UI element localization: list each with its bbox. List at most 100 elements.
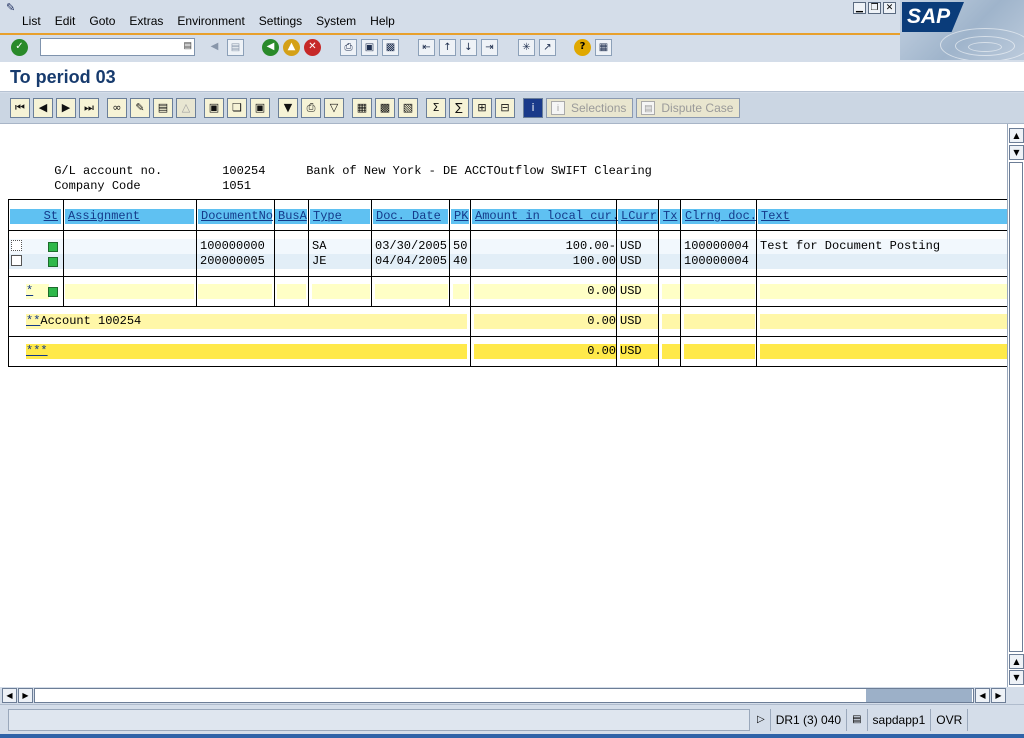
create-session-icon[interactable]: ✳ bbox=[518, 38, 535, 56]
filter-icon[interactable]: ▼ bbox=[278, 98, 298, 118]
previous-page-icon[interactable]: ↑ bbox=[439, 38, 456, 56]
menu-document-icon[interactable]: ✎ bbox=[6, 1, 15, 14]
col-header-doc-date[interactable]: Doc. Date bbox=[373, 209, 448, 224]
print-preview-icon[interactable]: ⎙ bbox=[301, 98, 321, 118]
grand-total-row[interactable]: *** bbox=[26, 344, 467, 359]
row-1-clrng-doc: 100000004 bbox=[684, 239, 749, 253]
subtotal-icon[interactable]: ∑ bbox=[449, 98, 469, 118]
change-layout-icon[interactable]: ▩ bbox=[375, 98, 395, 118]
back-icon[interactable]: ◀ bbox=[262, 38, 279, 56]
application-toolbar: ⏮ ◀ ▶ ⏭ ∞ ✎ ▤ △ ▣ ❏ ▣ ▼ ⎙ ▽ ▦ ▩ ▧ Σ ∑ ⊞ … bbox=[0, 93, 1024, 124]
subtotal-marker[interactable]: * bbox=[26, 284, 49, 299]
gl-account-value: 100254 bbox=[222, 164, 266, 178]
horizontal-scroll-thumb[interactable] bbox=[866, 689, 972, 702]
first-record-icon[interactable]: ⏮ bbox=[10, 98, 30, 118]
col-header-amount[interactable]: Amount in local cur. bbox=[472, 209, 619, 224]
horizontal-scroll-track[interactable] bbox=[34, 688, 974, 703]
menu-goto[interactable]: Goto bbox=[89, 14, 115, 28]
layout-menu-icon[interactable]: ▦ bbox=[595, 38, 612, 56]
save-icon[interactable]: ▤ bbox=[227, 38, 244, 56]
subtotal-marker-text[interactable]: * bbox=[26, 284, 33, 298]
status-server: sapdapp1 bbox=[868, 709, 932, 731]
document-icon[interactable]: ▣ bbox=[250, 98, 270, 118]
row-1-checkbox[interactable] bbox=[11, 240, 22, 251]
row-2-document-no[interactable]: 200000005 bbox=[200, 254, 265, 269]
next-record-icon[interactable]: ▶ bbox=[56, 98, 76, 118]
col-separator bbox=[371, 200, 372, 307]
help-icon[interactable]: ? bbox=[574, 38, 591, 56]
horizontal-scrollbar[interactable]: ◀ ▶ ◀ ▶ bbox=[0, 687, 1024, 704]
enter-check-icon[interactable]: ✓ bbox=[11, 38, 28, 56]
back-arrow-small-icon[interactable]: ◀ bbox=[206, 39, 223, 56]
next-page-icon[interactable]: ↓ bbox=[460, 38, 477, 56]
previous-record-icon[interactable]: ◀ bbox=[33, 98, 53, 118]
sum-icon[interactable]: Σ bbox=[426, 98, 446, 118]
col-header-type[interactable]: Type bbox=[310, 209, 370, 224]
account-total-marker[interactable]: ** bbox=[26, 314, 40, 328]
col-header-text[interactable]: Text bbox=[758, 209, 1007, 224]
copy-icon[interactable]: ❏ bbox=[227, 98, 247, 118]
first-page-icon[interactable]: ⇤ bbox=[418, 38, 435, 56]
vertical-scrollbar[interactable]: ▲ ▼ ▲ ▼ bbox=[1007, 124, 1024, 687]
display-document-icon[interactable]: ∞ bbox=[107, 98, 127, 118]
status-expand-icon[interactable]: ▷ bbox=[752, 709, 771, 731]
expand-icon[interactable]: ⊞ bbox=[472, 98, 492, 118]
cancel-icon[interactable]: ✕ bbox=[304, 38, 321, 56]
scroll-up-page-icon[interactable]: ▼ bbox=[1009, 145, 1024, 160]
vertical-scroll-thumb[interactable] bbox=[1009, 162, 1023, 652]
menu-settings[interactable]: Settings bbox=[259, 14, 302, 28]
col-header-st[interactable]: St bbox=[10, 209, 61, 224]
menu-list[interactable]: List bbox=[22, 14, 41, 28]
row-2-checkbox[interactable] bbox=[11, 255, 22, 266]
collapse-icon[interactable]: ⊟ bbox=[495, 98, 515, 118]
scroll-left-icon[interactable]: ◀ bbox=[2, 688, 17, 703]
col-header-assignment[interactable]: Assignment bbox=[65, 209, 194, 224]
shortcut-icon[interactable]: ↗ bbox=[539, 38, 556, 56]
last-record-icon[interactable]: ⏭ bbox=[79, 98, 99, 118]
exit-icon[interactable]: ▲ bbox=[283, 38, 300, 56]
choose-layout-icon[interactable]: ▧ bbox=[398, 98, 418, 118]
menu-edit[interactable]: Edit bbox=[55, 14, 76, 28]
command-field[interactable]: ▤ bbox=[40, 38, 195, 56]
print-icon[interactable]: ⎙ bbox=[340, 38, 357, 56]
change-document-icon[interactable]: ✎ bbox=[130, 98, 150, 118]
scroll-right-icon[interactable]: ▶ bbox=[991, 688, 1006, 703]
col-header-clrng-doc[interactable]: Clrng doc. bbox=[682, 209, 757, 224]
status-list-icon[interactable]: ▤ bbox=[847, 709, 868, 731]
set-filter-icon[interactable]: ▽ bbox=[324, 98, 344, 118]
scroll-up-icon[interactable]: ▲ bbox=[1009, 128, 1024, 143]
menu-extras[interactable]: Extras bbox=[129, 14, 163, 28]
scroll-down-page-icon[interactable]: ▲ bbox=[1009, 654, 1024, 669]
layout-icon[interactable]: ▦ bbox=[352, 98, 372, 118]
col-header-lcurr[interactable]: LCurr bbox=[618, 209, 658, 224]
col-header-busa[interactable]: BusA bbox=[275, 209, 307, 224]
command-history-icon[interactable]: ▤ bbox=[183, 40, 192, 51]
scroll-left-page-icon[interactable]: ▶ bbox=[18, 688, 33, 703]
row-1-document-no[interactable]: 100000000 bbox=[200, 239, 265, 254]
account-total-row[interactable]: **Account 100254 bbox=[26, 314, 467, 329]
grand-total-marker[interactable]: *** bbox=[26, 344, 48, 358]
col-header-pk[interactable]: PK bbox=[451, 209, 469, 224]
subtotal-clrng-cell bbox=[684, 284, 755, 299]
menu-help[interactable]: Help bbox=[370, 14, 395, 28]
scroll-right-page-icon[interactable]: ◀ bbox=[975, 688, 990, 703]
restore-icon[interactable]: ❐ bbox=[868, 2, 881, 14]
line-items-table: St Assignment DocumentNo BusA Type Doc. … bbox=[8, 199, 1007, 367]
menu-environment[interactable]: Environment bbox=[177, 14, 244, 28]
find-icon[interactable]: ▣ bbox=[361, 38, 378, 56]
last-page-icon[interactable]: ⇥ bbox=[481, 38, 498, 56]
menu-system[interactable]: System bbox=[316, 14, 356, 28]
company-code-value: 1051 bbox=[222, 179, 252, 193]
col-header-tx[interactable]: Tx bbox=[660, 209, 680, 224]
row-2-lcurr: USD bbox=[620, 254, 642, 268]
select-all-icon[interactable]: ▤ bbox=[153, 98, 173, 118]
scroll-down-icon[interactable]: ▼ bbox=[1009, 670, 1024, 685]
close-window-icon[interactable]: ✕ bbox=[883, 2, 896, 14]
status-resize-icon[interactable] bbox=[968, 709, 998, 731]
col-header-documentno[interactable]: DocumentNo bbox=[198, 209, 273, 224]
row-1-type: SA bbox=[312, 239, 327, 253]
details-icon[interactable]: ▣ bbox=[204, 98, 224, 118]
minimize-icon[interactable]: ▁ bbox=[853, 2, 866, 14]
info-icon[interactable]: i bbox=[523, 98, 543, 118]
find-next-icon[interactable]: ▩ bbox=[382, 38, 399, 56]
